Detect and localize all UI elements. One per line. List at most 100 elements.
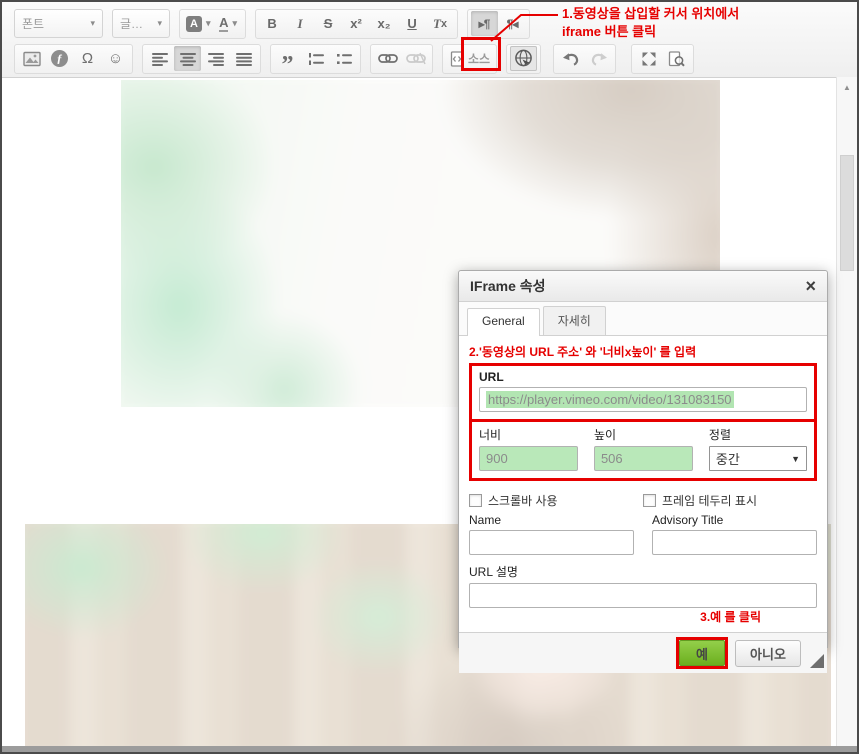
tools-group — [631, 44, 694, 74]
chevron-down-icon: ▾ — [232, 18, 237, 29]
source-label: 소스 — [468, 50, 490, 67]
annotation-step2: 2.'동영상의 URL 주소' 와 '너비x높이' 를 입력 — [469, 343, 817, 360]
smiley-button[interactable]: ☺ — [102, 46, 129, 71]
undo-icon — [561, 51, 581, 66]
dialog-resize-grip[interactable] — [810, 654, 824, 668]
annotation-step1: 1.동영상을 삽입할 커서 위치에서 iframe 버튼 클릭 — [562, 5, 739, 41]
insert-image-button[interactable] — [18, 46, 45, 71]
remove-format-button[interactable]: Tx — [427, 11, 454, 36]
alignment-group — [142, 44, 261, 74]
font-size-dropdown-label: 글… — [120, 15, 143, 32]
text-color-button[interactable]: A ▾ — [215, 11, 242, 36]
smiley-icon: ☺ — [108, 50, 123, 67]
advisory-title-label: Advisory Title — [652, 513, 817, 527]
special-char-button[interactable]: Ω — [74, 46, 101, 71]
annotation-step1-line2: iframe 버튼 클릭 — [562, 23, 739, 41]
tab-general[interactable]: General — [467, 308, 540, 336]
ok-button[interactable]: 예 — [679, 640, 725, 666]
scrollbar-thumb[interactable] — [840, 155, 854, 271]
align-select-value: 중간 — [716, 449, 740, 468]
italic-button[interactable]: I — [287, 11, 314, 36]
numbered-list-icon — [307, 52, 325, 66]
source-group: 소스 — [442, 44, 497, 74]
close-icon[interactable]: × — [805, 278, 816, 294]
chevron-down-icon: ▾ — [157, 18, 162, 29]
subscript-button[interactable]: x₂ — [371, 11, 398, 36]
chevron-down-icon: ▾ — [206, 18, 211, 29]
superscript-button[interactable]: x² — [343, 11, 370, 36]
maximize-button[interactable] — [635, 46, 662, 71]
iframe-properties-dialog: IFrame 속성 × General 자세히 2.'동영상의 URL 주소' … — [458, 270, 828, 648]
align-right-button[interactable] — [202, 46, 229, 71]
redo-button[interactable] — [585, 46, 612, 71]
image-icon — [23, 51, 41, 67]
scrollbar-checkbox[interactable]: 스크롤바 사용 — [469, 492, 643, 509]
font-dropdown-label: 폰트 — [22, 15, 44, 32]
advisory-title-input[interactable] — [652, 530, 817, 555]
unlink-button[interactable] — [402, 46, 429, 71]
tab-advanced[interactable]: 자세히 — [543, 306, 606, 335]
background-color-button[interactable]: A ▾ — [183, 11, 214, 36]
checkbox-icon[interactable] — [469, 494, 482, 507]
blockquote-button[interactable]: ” — [274, 46, 301, 71]
select-caret-icon: ▼ — [791, 454, 800, 464]
paragraph-group: ” — [270, 44, 361, 74]
dialog-body: 2.'동영상의 URL 주소' 와 '너비x높이' 를 입력 URL https… — [459, 336, 827, 632]
direction-ltr-button[interactable]: ▸¶ — [471, 11, 498, 36]
name-label: Name — [469, 513, 634, 527]
strikethrough-button[interactable]: S — [315, 11, 342, 36]
checkbox-icon[interactable] — [643, 494, 656, 507]
align-left-button[interactable] — [146, 46, 173, 71]
dialog-title: IFrame 속성 — [470, 276, 546, 296]
background-color-icon: A — [186, 16, 202, 32]
frame-border-checkbox[interactable]: 프레임 테두리 표시 — [643, 492, 817, 509]
link-group — [370, 44, 433, 74]
undo-button[interactable] — [557, 46, 584, 71]
url-label: URL — [479, 370, 807, 384]
numbered-list-button[interactable] — [302, 46, 329, 71]
annotation-step3: 3.예 를 클릭 — [469, 608, 817, 625]
editor-bottom-edge — [2, 746, 857, 752]
omega-icon: Ω — [82, 50, 93, 67]
chevron-down-icon: ▾ — [90, 18, 95, 29]
link-icon — [378, 52, 398, 65]
color-button-group: A ▾ A ▾ — [179, 9, 246, 39]
editor-window: 폰트 ▾ 글… ▾ A ▾ A ▾ B I S x² — [0, 0, 859, 754]
bullet-list-button[interactable] — [330, 46, 357, 71]
url-value-selected: https://player.vimeo.com/video/131083150 — [486, 391, 734, 408]
source-button[interactable]: 소스 — [446, 46, 493, 71]
insert-flash-button[interactable]: ƒ — [46, 46, 73, 71]
annotation-box-url: URL https://player.vimeo.com/video/13108… — [469, 363, 817, 422]
width-input[interactable]: 900 — [479, 446, 578, 471]
height-input[interactable]: 506 — [594, 446, 693, 471]
undo-group — [553, 44, 616, 74]
dimensions-row: 너비 900 높이 506 정렬 중간 ▼ — [479, 424, 807, 471]
justify-icon — [235, 52, 253, 66]
checkbox-row: 스크롤바 사용 프레임 테두리 표시 — [469, 492, 817, 509]
align-center-button[interactable] — [174, 46, 201, 71]
unlink-icon — [406, 52, 426, 65]
link-button[interactable] — [374, 46, 401, 71]
redo-icon — [589, 51, 609, 66]
editor-scrollbar[interactable]: ▲ — [836, 77, 857, 749]
direction-rtl-button[interactable]: ¶◂ — [499, 11, 526, 36]
annotation-box-ok: 예 — [676, 637, 728, 669]
align-select[interactable]: 중간 ▼ — [709, 446, 807, 471]
annotation-step1-line1: 1.동영상을 삽입할 커서 위치에서 — [562, 5, 739, 23]
font-dropdown[interactable]: 폰트 ▾ — [14, 9, 103, 38]
name-advisory-row: Name Advisory Title — [469, 511, 817, 555]
dialog-title-bar[interactable]: IFrame 속성 × — [459, 271, 827, 302]
name-input[interactable] — [469, 530, 634, 555]
font-size-dropdown[interactable]: 글… ▾ — [112, 9, 170, 38]
justify-button[interactable] — [230, 46, 257, 71]
bold-button[interactable]: B — [259, 11, 286, 36]
url-description-input[interactable] — [469, 583, 817, 608]
scrollbar-up-icon[interactable]: ▲ — [837, 83, 857, 92]
iframe-button[interactable] — [510, 46, 537, 71]
cancel-button[interactable]: 아니오 — [735, 640, 801, 667]
underline-button[interactable]: U — [399, 11, 426, 36]
align-right-icon — [207, 52, 225, 66]
preview-button[interactable] — [663, 46, 690, 71]
blockquote-icon: ” — [282, 50, 294, 68]
url-input[interactable]: https://player.vimeo.com/video/131083150 — [479, 387, 807, 412]
